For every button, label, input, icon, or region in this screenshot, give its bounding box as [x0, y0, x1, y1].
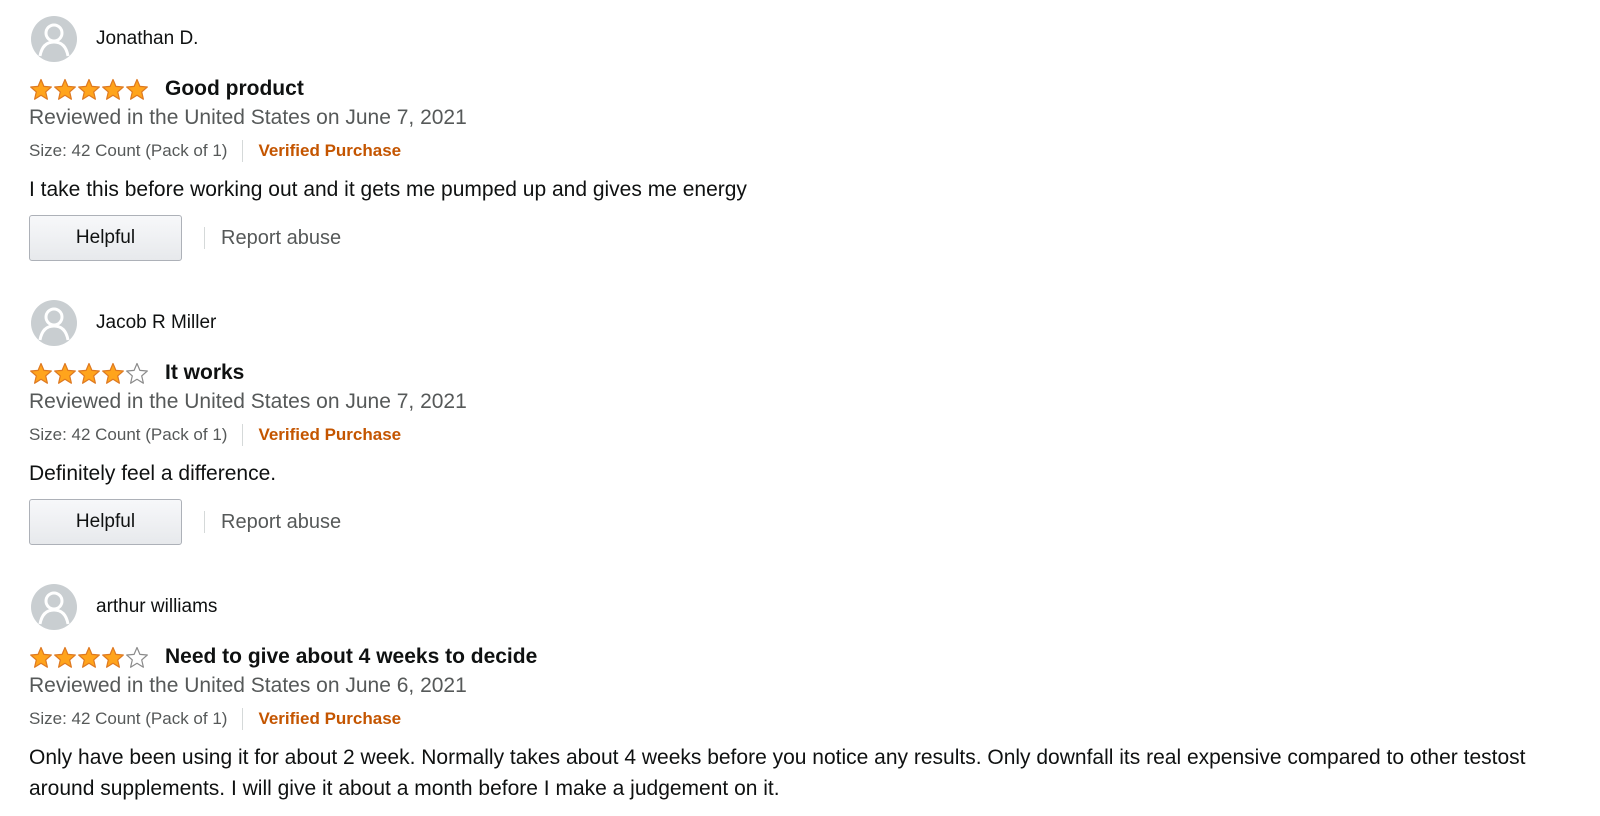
- default-profile-avatar-icon: [31, 584, 77, 630]
- review-actions: Helpful Report abuse: [29, 499, 341, 545]
- star-filled-icon: [30, 78, 52, 100]
- reviewer-name[interactable]: arthur williams: [96, 596, 217, 618]
- star-filled-icon: [126, 78, 148, 100]
- product-variant[interactable]: Size: 42 Count (Pack of 1): [29, 141, 227, 161]
- star-empty-icon: [126, 362, 148, 384]
- star-filled-icon: [30, 362, 52, 384]
- review-title[interactable]: Good product: [165, 77, 304, 101]
- divider: [242, 424, 244, 446]
- star-rating[interactable]: [29, 646, 149, 669]
- review-actions: Helpful Report abuse: [29, 215, 341, 261]
- star-empty-icon: [126, 646, 148, 668]
- helpful-button[interactable]: Helpful: [29, 215, 182, 261]
- star-filled-icon: [30, 646, 52, 668]
- review-title[interactable]: Need to give about 4 weeks to decide: [165, 645, 537, 669]
- divider: [242, 708, 244, 730]
- rating-row: Need to give about 4 weeks to decide: [29, 644, 537, 670]
- product-variant[interactable]: Size: 42 Count (Pack of 1): [29, 425, 227, 445]
- star-filled-icon: [102, 362, 124, 384]
- star-filled-icon: [102, 646, 124, 668]
- review-meta: Size: 42 Count (Pack of 1) Verified Purc…: [29, 140, 401, 162]
- star-rating[interactable]: [29, 78, 149, 101]
- reviewer-profile[interactable]: Jonathan D.: [31, 16, 198, 62]
- verified-purchase-badge: Verified Purchase: [258, 709, 402, 728]
- star-filled-icon: [54, 78, 76, 100]
- star-filled-icon: [102, 78, 124, 100]
- report-abuse-link[interactable]: Report abuse: [221, 227, 341, 250]
- verified-purchase-badge: Verified Purchase: [258, 425, 402, 444]
- reviewer-profile[interactable]: Jacob R Miller: [31, 300, 216, 346]
- star-filled-icon: [78, 646, 100, 668]
- rating-row: It works: [29, 360, 244, 386]
- review-body: Definitely feel a difference.: [29, 462, 277, 485]
- helpful-button[interactable]: Helpful: [29, 499, 182, 545]
- review-meta: Size: 42 Count (Pack of 1) Verified Purc…: [29, 424, 401, 446]
- review-title[interactable]: It works: [165, 361, 244, 385]
- review-body: I take this before working out and it ge…: [29, 178, 747, 201]
- review-date: Reviewed in the United States on June 7,…: [29, 106, 467, 129]
- reviewer-name[interactable]: Jonathan D.: [96, 28, 198, 50]
- reviewer-profile[interactable]: arthur williams: [31, 584, 217, 630]
- verified-purchase-badge: Verified Purchase: [258, 141, 402, 160]
- star-rating[interactable]: [29, 362, 149, 385]
- review-date: Reviewed in the United States on June 7,…: [29, 390, 467, 413]
- review-body: Only have been using it for about 2 week…: [29, 746, 1526, 800]
- review-meta: Size: 42 Count (Pack of 1) Verified Purc…: [29, 708, 401, 730]
- report-abuse-link[interactable]: Report abuse: [221, 511, 341, 534]
- default-profile-avatar-icon: [31, 16, 77, 62]
- divider: [242, 140, 244, 162]
- divider: [204, 511, 205, 533]
- reviewer-name[interactable]: Jacob R Miller: [96, 312, 216, 334]
- rating-row: Good product: [29, 76, 304, 102]
- star-filled-icon: [54, 646, 76, 668]
- product-variant[interactable]: Size: 42 Count (Pack of 1): [29, 709, 227, 729]
- default-profile-avatar-icon: [31, 300, 77, 346]
- star-filled-icon: [78, 362, 100, 384]
- review-date: Reviewed in the United States on June 6,…: [29, 674, 467, 697]
- reviews-list: Jonathan D. Good product Reviewed in the…: [0, 0, 1600, 816]
- star-filled-icon: [78, 78, 100, 100]
- star-filled-icon: [54, 362, 76, 384]
- divider: [204, 227, 205, 249]
